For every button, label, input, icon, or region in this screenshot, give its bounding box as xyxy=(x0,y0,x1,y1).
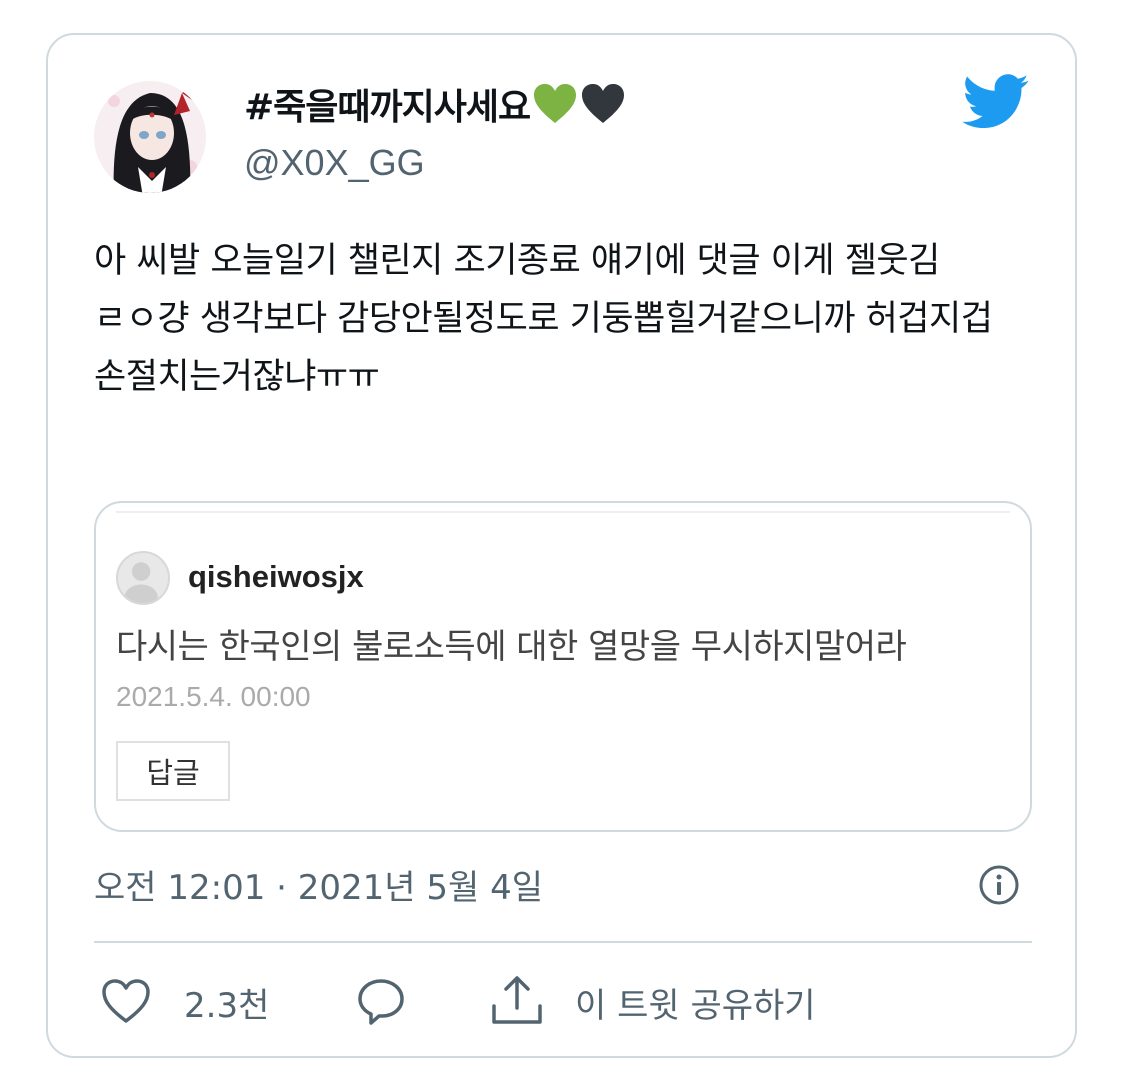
divider xyxy=(116,511,1010,513)
profile-avatar[interactable] xyxy=(94,71,206,203)
black-heart-icon xyxy=(582,84,625,123)
share-tweet-label[interactable]: 이 트윗 공유하기 xyxy=(575,978,816,1027)
comment-username: qisheiwosjx xyxy=(188,559,364,594)
comment-avatar xyxy=(116,551,170,605)
like-count[interactable]: 2.3천 xyxy=(184,978,269,1027)
display-name-text: #죽을때까지사세요 xyxy=(244,87,531,128)
divider xyxy=(94,941,1032,943)
comment-date: 2021.5.4. 00:00 xyxy=(116,681,311,712)
tweet-text: 아 씨발 오늘일기 챌린지 조기종료 얘기에 댓글 이게 젤웃김 ㄹㅇ걍 생각보… xyxy=(94,241,993,397)
comment-text: 다시는 한국인의 불로소득에 대한 열망을 무시하지말어라 xyxy=(116,627,907,667)
reply-icon[interactable] xyxy=(355,975,407,1027)
comment-reply-button[interactable]: 답글 xyxy=(116,741,230,801)
embedded-comment-card[interactable]: qisheiwosjx 다시는 한국인의 불로소득에 대한 열망을 무시하지말어… xyxy=(94,501,1032,832)
green-heart-icon xyxy=(534,84,577,123)
user-handle[interactable]: @X0X_GG xyxy=(244,142,425,184)
heart-icon[interactable] xyxy=(100,977,152,1025)
share-icon[interactable] xyxy=(490,972,544,1026)
display-name[interactable]: #죽을때까지사세요 xyxy=(244,78,626,130)
twitter-bird-icon[interactable] xyxy=(962,74,1030,130)
tweet-timestamp[interactable]: 오전 12:01 · 2021년 5월 4일 xyxy=(94,860,543,909)
info-icon[interactable] xyxy=(978,864,1020,906)
